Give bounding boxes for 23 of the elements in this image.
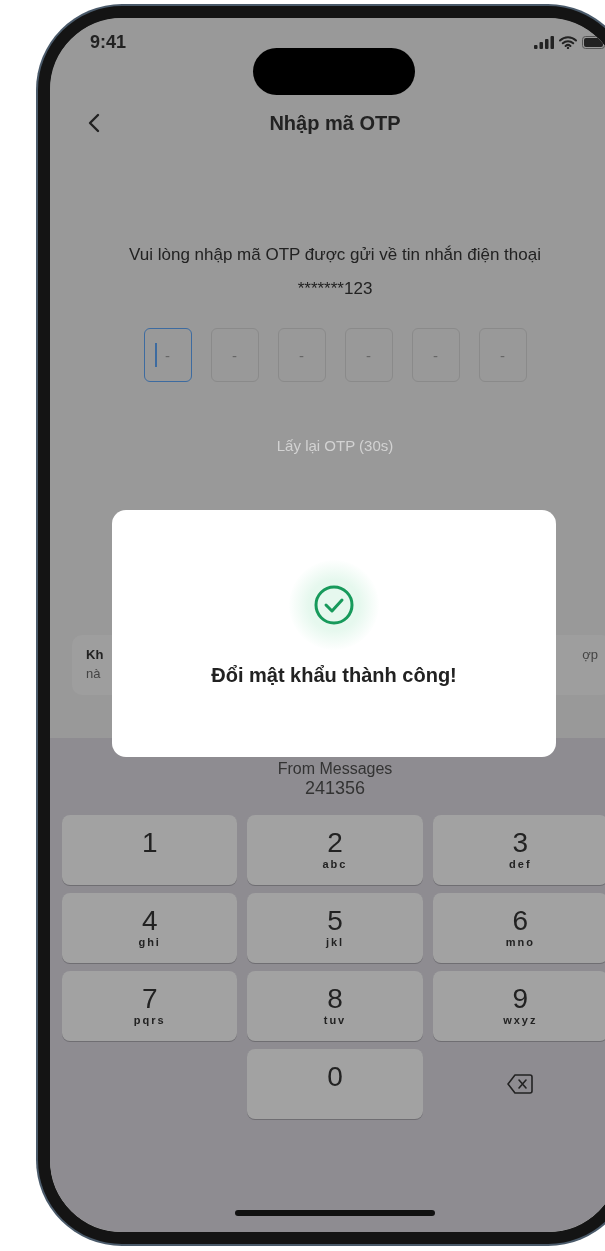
keypad-key[interactable]: 9 wxyz	[432, 971, 605, 1041]
back-icon[interactable]	[88, 113, 100, 133]
keypad-key[interactable]: 7 pqrs	[62, 971, 238, 1041]
keypad-key[interactable]: 6 mno	[432, 893, 605, 963]
keypad-key[interactable]: 8 tuv	[247, 971, 423, 1041]
status-time: 9:41	[90, 32, 127, 53]
keypad-key[interactable]: 4 ghi	[62, 893, 238, 963]
keypad-key[interactable]: 2 abc	[247, 815, 423, 885]
note-text-fragment: nà	[86, 666, 102, 681]
keypad-key[interactable]: 3 def	[432, 815, 605, 885]
signal-icon	[534, 36, 554, 49]
screen-title: Nhập mã OTP	[269, 111, 401, 135]
backspace-icon[interactable]	[507, 1074, 534, 1094]
keypad-key[interactable]: 0	[247, 1049, 423, 1119]
wifi-icon	[559, 36, 577, 49]
note-text-fragment: Kh	[86, 647, 104, 662]
keypad-key[interactable]: 5 jkl	[247, 893, 423, 963]
battery-icon	[582, 36, 605, 49]
instruction-text: Vui lòng nhập mã OTP được gửi về tin nhắn điện thoại *******123	[128, 244, 542, 300]
note-text-fragment: ợp	[582, 647, 598, 664]
check-circle-icon	[313, 584, 355, 626]
keypad-key[interactable]: 1	[62, 815, 238, 885]
success-message: Đổi mật khẩu thành công!	[211, 664, 457, 687]
